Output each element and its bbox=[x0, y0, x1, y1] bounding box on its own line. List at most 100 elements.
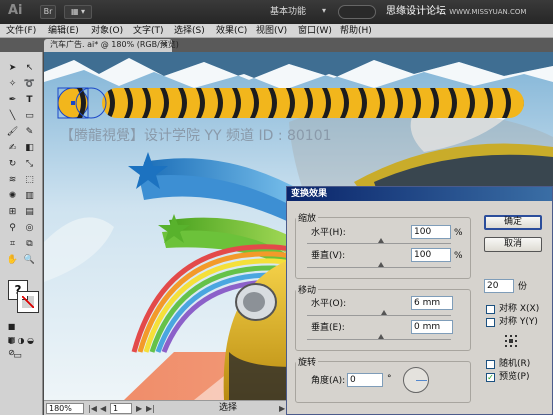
dialog-title: 变换效果 bbox=[287, 187, 552, 201]
magic-wand-tool-icon[interactable]: ✧ bbox=[5, 78, 20, 91]
watermark-logo: 思缘设计论坛 WWW.MISSYUAN.COM bbox=[386, 5, 526, 19]
artboard-tool-icon[interactable]: ⧉ bbox=[22, 238, 37, 251]
pen-tool-icon[interactable]: ✒ bbox=[5, 94, 20, 107]
move-group: 移动 bbox=[295, 283, 471, 351]
move-horizontal-slider[interactable] bbox=[307, 315, 451, 316]
document-tab-title: 汽车广告. ai* @ 180% (RGB/预览) bbox=[50, 40, 179, 49]
rotate-angle-label: 角度(A): bbox=[311, 376, 346, 386]
move-horizontal-thumb[interactable] bbox=[381, 310, 387, 315]
scale-vertical-thumb[interactable] bbox=[378, 262, 384, 267]
direct-selection-tool-icon[interactable]: ↖ bbox=[22, 62, 37, 75]
bridge-icon[interactable]: Br bbox=[40, 5, 56, 19]
rotate-angle-unit: ° bbox=[387, 374, 392, 384]
reflect-x-checkbox[interactable] bbox=[486, 305, 495, 314]
scale-horizontal-label: 水平(H): bbox=[311, 228, 346, 238]
move-horizontal-input[interactable]: 6 mm bbox=[411, 296, 453, 310]
mesh-tool-icon[interactable]: ⊞ bbox=[5, 206, 20, 219]
reflect-y-checkbox[interactable] bbox=[486, 318, 495, 327]
selection-tool-icon[interactable]: ➤ bbox=[5, 62, 20, 75]
paintbrush-tool-icon[interactable]: 🖌 bbox=[5, 126, 20, 139]
scale-horizontal-thumb[interactable] bbox=[378, 238, 384, 243]
lasso-tool-icon[interactable]: ➰ bbox=[22, 78, 37, 91]
close-tab-icon[interactable]: ✕ bbox=[161, 39, 168, 51]
document-tab[interactable]: 汽车广告. ai* @ 180% (RGB/预览) ✕ bbox=[44, 39, 179, 52]
move-legend: 移动 bbox=[298, 286, 317, 296]
move-vertical-thumb[interactable] bbox=[378, 334, 384, 339]
menu-edit[interactable]: 编辑(E) bbox=[48, 25, 79, 37]
random-label: 随机(R) bbox=[499, 359, 531, 369]
symbol-sprayer-tool-icon[interactable]: ✺ bbox=[5, 190, 20, 203]
current-tool-label: 选择 bbox=[219, 403, 238, 413]
zoom-select[interactable]: 180% bbox=[46, 403, 84, 414]
application-bar: Ai Br ▦ ▾ 基本功能 ▾ 思缘设计论坛 WWW.MISSYUAN.COM bbox=[0, 0, 553, 24]
scale-vertical-unit: % bbox=[454, 251, 463, 261]
last-page-icon[interactable]: ▶| bbox=[146, 403, 155, 414]
illustrator-window: Ai Br ▦ ▾ 基本功能 ▾ 思缘设计论坛 WWW.MISSYUAN.COM… bbox=[0, 0, 553, 415]
menu-effect[interactable]: 效果(C) bbox=[216, 25, 247, 37]
arrange-documents-icon[interactable]: ▦ ▾ bbox=[64, 5, 92, 19]
drawing-mode-icons[interactable]: ◐ ◑ ◒ bbox=[4, 334, 38, 347]
eyedropper-tool-icon[interactable]: ⚲ bbox=[5, 222, 20, 235]
blob-brush-tool-icon[interactable]: ✍ bbox=[5, 142, 20, 155]
fill-stroke-swatch[interactable]: ? bbox=[8, 280, 39, 314]
scale-horizontal-unit: % bbox=[454, 228, 463, 238]
tools-panel: ➤ ↖ ✧ ➰ ✒ T ╲ ▭ 🖌 ✎ ✍ ◧ ↻ ⤡ ≋ ⬚ ✺ ▥ ⊞ ▤ … bbox=[0, 52, 43, 415]
scale-vertical-input[interactable]: 100 bbox=[411, 248, 451, 262]
transform-effect-dialog: 变换效果 缩放 水平(H): 100 % 垂直(V): 100 % 移动 水平(… bbox=[286, 186, 553, 415]
canvas-watermark-text: 【腾龍視覺】设计学院 YY 频道 ID : 80101 bbox=[60, 128, 332, 144]
menu-view[interactable]: 视图(V) bbox=[256, 25, 287, 37]
search-field[interactable] bbox=[338, 5, 376, 19]
scale-vertical-slider[interactable] bbox=[307, 267, 451, 268]
slice-tool-icon[interactable]: ⌗ bbox=[5, 238, 20, 251]
document-tab-bar: 汽车广告. ai* @ 180% (RGB/预览) ✕ bbox=[0, 38, 553, 52]
reflect-x-label: 对称 X(X) bbox=[499, 304, 540, 314]
scale-legend: 缩放 bbox=[298, 214, 317, 224]
rectangle-tool-icon[interactable]: ▭ bbox=[22, 110, 37, 123]
stroke-swatch-icon[interactable] bbox=[17, 291, 39, 313]
next-page-icon[interactable]: ▶ bbox=[136, 403, 142, 414]
random-checkbox[interactable] bbox=[486, 360, 495, 369]
zoom-tool-icon[interactable]: 🔍 bbox=[22, 254, 37, 267]
cancel-button[interactable]: 取消 bbox=[484, 237, 542, 252]
menu-help[interactable]: 帮助(H) bbox=[340, 25, 372, 37]
line-tool-icon[interactable]: ╲ bbox=[5, 110, 20, 123]
scale-tool-icon[interactable]: ⤡ bbox=[22, 158, 37, 171]
reference-point-locator-icon[interactable] bbox=[505, 335, 517, 347]
hand-tool-icon[interactable]: ✋ bbox=[5, 254, 20, 267]
first-page-icon[interactable]: |◀ bbox=[88, 403, 97, 414]
rotate-angle-input[interactable]: 0 bbox=[347, 373, 383, 387]
preview-label: 预览(P) bbox=[499, 372, 530, 382]
scale-horizontal-slider[interactable] bbox=[307, 243, 451, 244]
scale-horizontal-input[interactable]: 100 bbox=[411, 225, 451, 239]
pencil-tool-icon[interactable]: ✎ bbox=[22, 126, 37, 139]
color-mode-icons[interactable]: ■ ▦ ⊘ bbox=[4, 320, 19, 357]
menu-select[interactable]: 选择(S) bbox=[174, 25, 205, 37]
previous-page-icon[interactable]: ◀ bbox=[100, 403, 106, 414]
ok-button[interactable]: 确定 bbox=[484, 215, 542, 230]
page-number-field[interactable]: 1 bbox=[110, 403, 132, 414]
screen-mode-icon[interactable]: ▭ bbox=[10, 350, 25, 363]
menu-window[interactable]: 窗口(W) bbox=[298, 25, 332, 37]
workspace-chevron-icon[interactable]: ▾ bbox=[318, 5, 330, 19]
preview-checkbox[interactable]: ✓ bbox=[486, 373, 495, 382]
warp-tool-icon[interactable]: ≋ bbox=[5, 174, 20, 187]
rotate-tool-icon[interactable]: ↻ bbox=[5, 158, 20, 171]
rotate-angle-dial-icon[interactable] bbox=[403, 367, 429, 393]
watermark-site: 思缘设计论坛 bbox=[386, 6, 446, 17]
eraser-tool-icon[interactable]: ◧ bbox=[22, 142, 37, 155]
free-transform-tool-icon[interactable]: ⬚ bbox=[22, 174, 37, 187]
menu-type[interactable]: 文字(T) bbox=[133, 25, 164, 37]
app-logo: Ai bbox=[8, 3, 23, 18]
workspace-switcher[interactable]: 基本功能 bbox=[270, 5, 306, 19]
status-menu-icon[interactable]: ▶ bbox=[279, 403, 285, 414]
gradient-tool-icon[interactable]: ▤ bbox=[22, 206, 37, 219]
menu-object[interactable]: 对象(O) bbox=[91, 25, 123, 37]
column-graph-tool-icon[interactable]: ▥ bbox=[22, 190, 37, 203]
move-vertical-slider[interactable] bbox=[307, 339, 451, 340]
copies-input[interactable]: 20 bbox=[484, 279, 514, 293]
menu-file[interactable]: 文件(F) bbox=[6, 25, 36, 37]
move-vertical-input[interactable]: 0 mm bbox=[411, 320, 453, 334]
type-tool-icon[interactable]: T bbox=[22, 94, 37, 107]
move-horizontal-label: 水平(O): bbox=[311, 299, 347, 309]
blend-tool-icon[interactable]: ◎ bbox=[22, 222, 37, 235]
